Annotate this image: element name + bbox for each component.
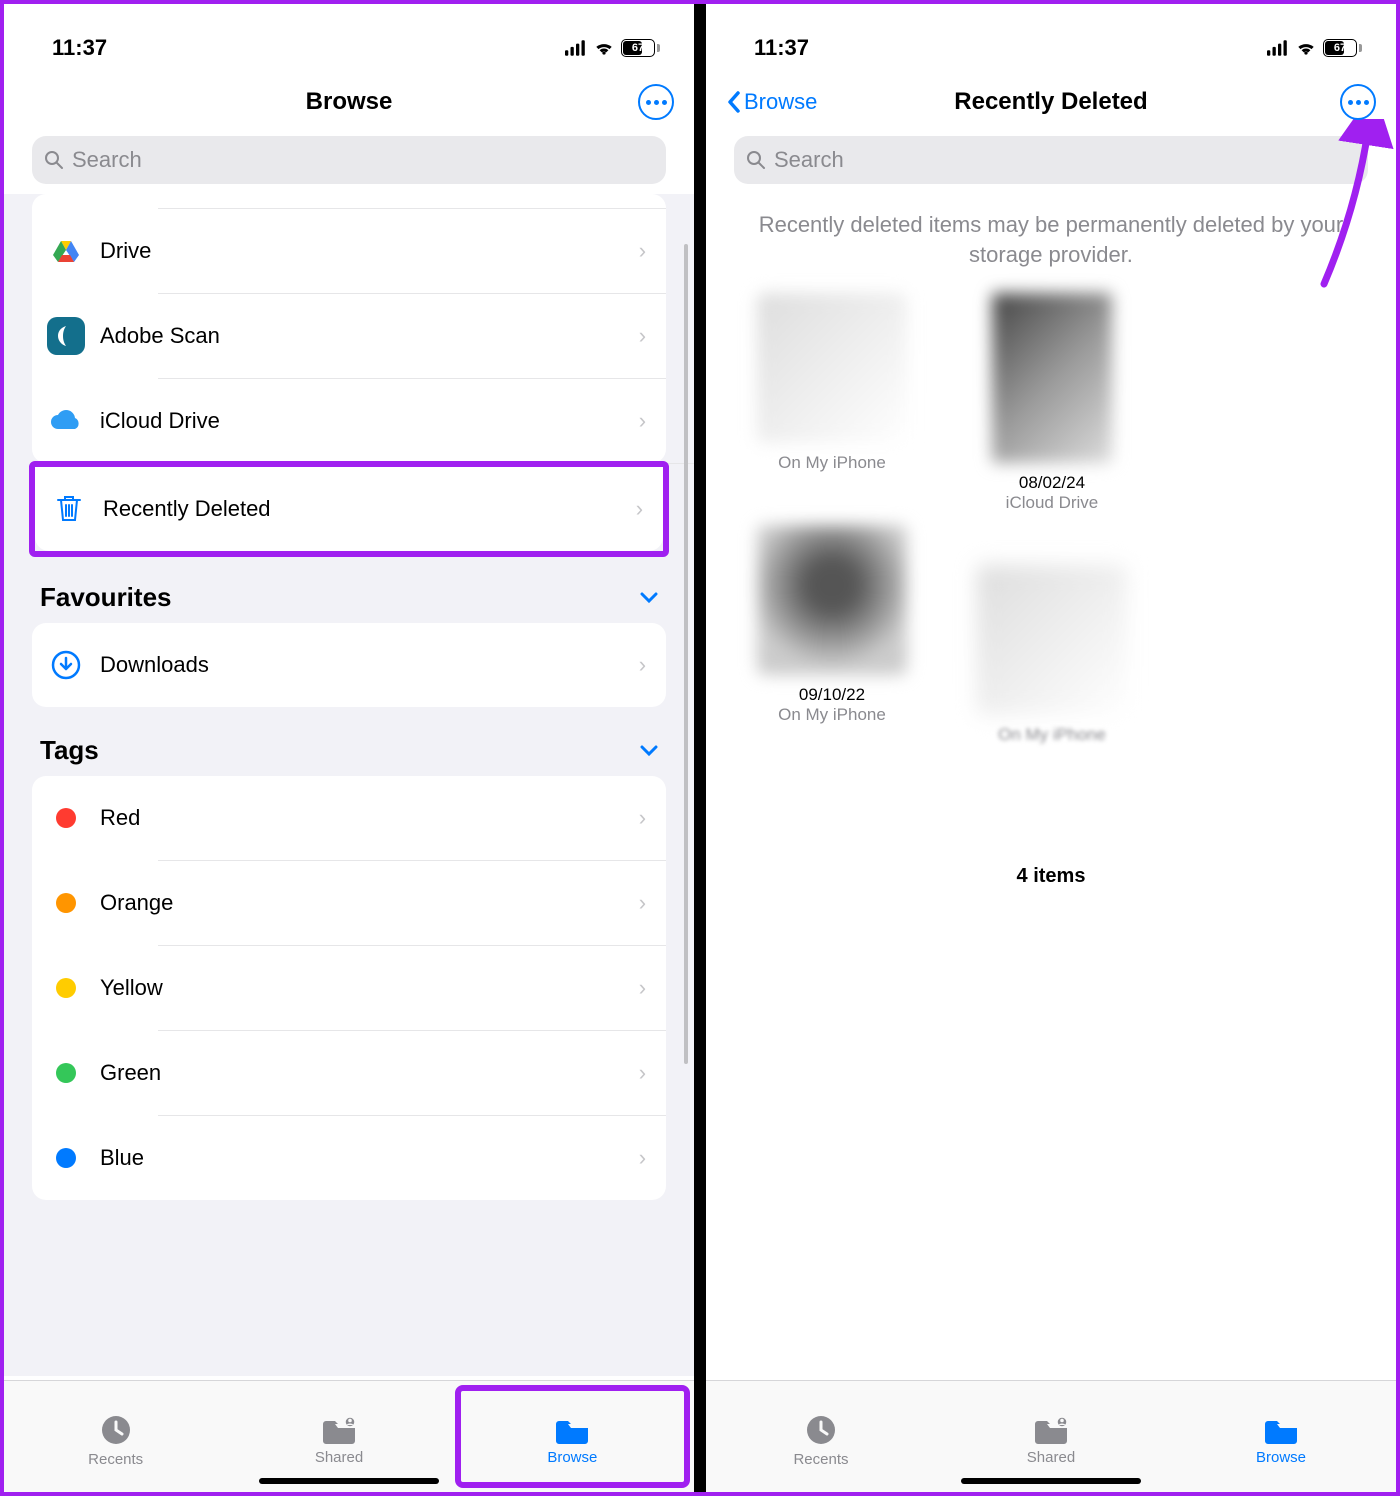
chevron-right-icon: › (639, 1060, 646, 1086)
deleted-item[interactable]: 08/02/24 iCloud Drive (948, 293, 1156, 513)
trash-icon (56, 494, 82, 524)
home-indicator[interactable] (259, 1478, 439, 1484)
nav-header: Browse (4, 74, 694, 130)
shared-folder-icon (1033, 1415, 1069, 1445)
tag-dot-icon (56, 978, 76, 998)
tab-browse[interactable]: Browse (1166, 1381, 1396, 1492)
drive-icon (52, 239, 80, 263)
more-button[interactable] (638, 84, 674, 120)
favourites-header[interactable]: Favourites (4, 554, 694, 623)
status-time: 11:37 (754, 35, 809, 61)
status-bar: 11:37 67 (4, 4, 694, 74)
page-title: Browse (4, 88, 694, 116)
adobe-scan-icon (47, 317, 85, 355)
deleted-item[interactable]: On My iPhone (728, 293, 936, 513)
status-bar: 11:37 67 (706, 4, 1396, 74)
more-button[interactable] (1340, 84, 1376, 120)
tab-bar: Recents Shared Browse (4, 1380, 694, 1492)
file-thumbnail (757, 293, 907, 443)
tab-recents[interactable]: Recents (706, 1381, 936, 1492)
deleted-item[interactable]: 09/10/22 On My iPhone (728, 525, 936, 745)
location-recently-deleted[interactable]: Recently Deleted › (35, 467, 663, 551)
items-count: 4 items (718, 865, 1384, 888)
search-input[interactable]: Search (32, 136, 666, 184)
folder-icon (1263, 1415, 1299, 1445)
status-time: 11:37 (52, 35, 107, 61)
search-input[interactable]: Search (734, 136, 1368, 184)
deleted-content[interactable]: Recently deleted items may be permanentl… (706, 194, 1396, 1376)
tag-dot-icon (56, 1148, 76, 1168)
chevron-left-icon (726, 90, 742, 114)
chevron-right-icon: › (639, 1145, 646, 1171)
location-icloud-drive[interactable]: iCloud Drive › (32, 379, 666, 463)
folder-icon (554, 1415, 590, 1445)
chevron-right-icon: › (639, 238, 646, 264)
chevron-right-icon: › (636, 496, 643, 522)
tab-bar: Recents Shared Browse (706, 1380, 1396, 1492)
download-icon (51, 650, 81, 680)
clock-icon (804, 1413, 838, 1447)
clock-icon (99, 1413, 133, 1447)
browse-content[interactable]: Drive › Adobe Scan › iCloud Drive › Rece… (4, 194, 694, 1376)
battery-indicator: 67 (1323, 39, 1362, 57)
favourite-downloads[interactable]: Downloads › (32, 623, 666, 707)
back-button[interactable]: Browse (726, 89, 817, 115)
tab-browse[interactable]: Browse (455, 1385, 690, 1488)
chevron-right-icon: › (639, 323, 646, 349)
scrollbar[interactable] (684, 244, 688, 1064)
shared-folder-icon (321, 1415, 357, 1445)
tab-recents[interactable]: Recents (4, 1381, 227, 1492)
deleted-item[interactable]: On My iPhone (948, 565, 1156, 745)
tag-red[interactable]: Red › (32, 776, 666, 860)
chevron-right-icon: › (639, 652, 646, 678)
tag-yellow[interactable]: Yellow › (32, 946, 666, 1030)
location-drive[interactable]: Drive › (32, 209, 666, 293)
tag-dot-icon (56, 808, 76, 828)
search-icon (44, 150, 64, 170)
file-thumbnail (757, 525, 907, 675)
tags-header[interactable]: Tags (4, 707, 694, 776)
tag-blue[interactable]: Blue › (32, 1116, 666, 1200)
cellular-icon (565, 40, 587, 56)
tab-shared[interactable]: Shared (227, 1381, 450, 1492)
file-thumbnail (977, 565, 1127, 715)
tag-green[interactable]: Green › (32, 1031, 666, 1115)
location-adobe-scan[interactable]: Adobe Scan › (32, 294, 666, 378)
cellular-icon (1267, 40, 1289, 56)
tag-dot-icon (56, 893, 76, 913)
wifi-icon (1295, 40, 1317, 56)
tab-shared[interactable]: Shared (936, 1381, 1166, 1492)
home-indicator[interactable] (961, 1478, 1141, 1484)
search-placeholder: Search (774, 147, 844, 173)
wifi-icon (593, 40, 615, 56)
search-placeholder: Search (72, 147, 142, 173)
chevron-down-icon (640, 592, 658, 604)
chevron-right-icon: › (639, 890, 646, 916)
deletion-notice: Recently deleted items may be permanentl… (718, 194, 1384, 293)
tag-orange[interactable]: Orange › (32, 861, 666, 945)
chevron-right-icon: › (639, 805, 646, 831)
chevron-right-icon: › (639, 975, 646, 1001)
search-icon (746, 150, 766, 170)
chevron-down-icon (640, 745, 658, 757)
tag-dot-icon (56, 1063, 76, 1083)
icloud-icon (49, 409, 83, 433)
battery-indicator: 67 (621, 39, 660, 57)
chevron-right-icon: › (639, 408, 646, 434)
nav-header: Browse Recently Deleted (706, 74, 1396, 130)
file-thumbnail (992, 293, 1112, 463)
